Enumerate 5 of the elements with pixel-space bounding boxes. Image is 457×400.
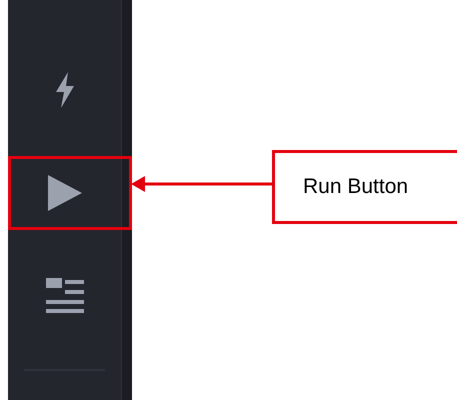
sidebar-button[interactable] <box>8 156 132 230</box>
text-lines-icon <box>46 278 84 314</box>
callout-label: Run Button <box>272 150 457 224</box>
play-icon <box>48 175 82 211</box>
lightning-icon <box>54 72 76 108</box>
